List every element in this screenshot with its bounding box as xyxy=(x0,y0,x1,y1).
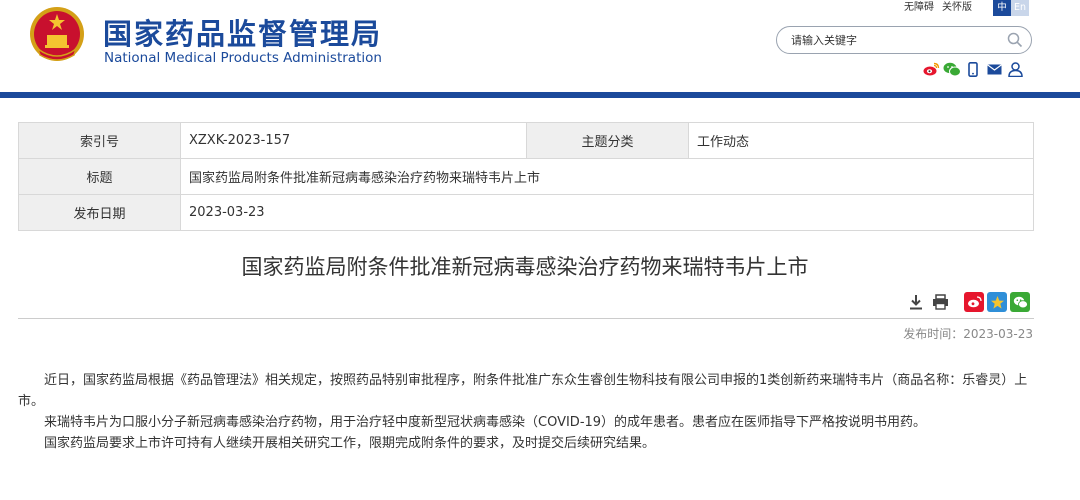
share-weibo-icon[interactable] xyxy=(964,292,984,312)
print-icon[interactable] xyxy=(930,292,950,312)
title-label: 标题 xyxy=(18,158,181,195)
search-box xyxy=(776,26,1032,54)
article-paragraph: 来瑞特韦片为口服小分子新冠病毒感染治疗药物，用于治疗轻中度新型冠状病毒感染（CO… xyxy=(44,415,927,430)
title-value: 国家药监局附条件批准新冠病毒感染治疗药物来瑞特韦片上市 xyxy=(180,158,1034,195)
header-divider-bar xyxy=(0,92,1080,98)
user-icon[interactable] xyxy=(1006,61,1024,77)
language-switch: 中 En xyxy=(993,0,1029,16)
article-title: 国家药监局附条件批准新冠病毒感染治疗药物来瑞特韦片上市 xyxy=(241,255,809,279)
article-paragraph: 近日，国家药监局根据《药品管理法》相关规定，按照药品特别审批程序，附条件批准广东… xyxy=(18,373,1028,409)
meta-row-index: 索引号 XZXK-2023-157 主题分类 工作动态 xyxy=(18,122,1034,159)
share-wechat-icon[interactable] xyxy=(1010,292,1030,312)
date-label: 发布日期 xyxy=(18,194,181,231)
site-title-en[interactable]: National Medical Products Administration xyxy=(104,50,382,66)
category-label: 主题分类 xyxy=(526,122,689,159)
title-divider xyxy=(18,318,1034,319)
search-icon[interactable] xyxy=(1007,32,1023,48)
article-meta-table: 索引号 XZXK-2023-157 主题分类 工作动态 标题 国家药监局附条件批… xyxy=(18,122,1034,231)
site-title-cn[interactable]: 国家药品监督管理局 xyxy=(103,11,382,53)
lang-en-button[interactable]: En xyxy=(1011,0,1029,16)
share-qzone-icon[interactable] xyxy=(987,292,1007,312)
mail-icon[interactable] xyxy=(985,61,1003,77)
article-tools xyxy=(906,292,1033,312)
site-header: 国家药品监督管理局 National Medical Products Admi… xyxy=(0,0,1080,92)
wechat-icon[interactable] xyxy=(943,61,961,77)
publish-time: 发布时间：2023-03-23 xyxy=(903,327,1033,341)
article-body: 近日，国家药监局根据《药品管理法》相关规定，按照药品特别审批程序，附条件批准广东… xyxy=(18,370,1038,454)
index-value: XZXK-2023-157 xyxy=(180,122,527,159)
mobile-icon[interactable] xyxy=(964,61,982,77)
meta-row-title: 标题 国家药监局附条件批准新冠病毒感染治疗药物来瑞特韦片上市 xyxy=(18,158,1034,195)
weibo-icon[interactable] xyxy=(922,61,940,77)
article-paragraph: 国家药监局要求上市许可持有人继续开展相关研究工作，限期完成附条件的要求，及时提交… xyxy=(44,436,656,451)
lang-cn-button[interactable]: 中 xyxy=(993,0,1011,16)
elderly-mode-link[interactable]: 关怀版 xyxy=(942,0,972,16)
category-value: 工作动态 xyxy=(688,122,1034,159)
top-links: 无障碍 关怀版 xyxy=(904,0,980,16)
download-icon[interactable] xyxy=(906,292,926,312)
meta-row-date: 发布日期 2023-03-23 xyxy=(18,194,1034,231)
social-icons xyxy=(922,61,1027,77)
accessibility-link[interactable]: 无障碍 xyxy=(904,0,934,16)
date-value: 2023-03-23 xyxy=(180,194,1034,231)
search-input[interactable] xyxy=(791,31,991,49)
index-label: 索引号 xyxy=(18,122,181,159)
national-emblem-icon[interactable] xyxy=(28,5,86,65)
